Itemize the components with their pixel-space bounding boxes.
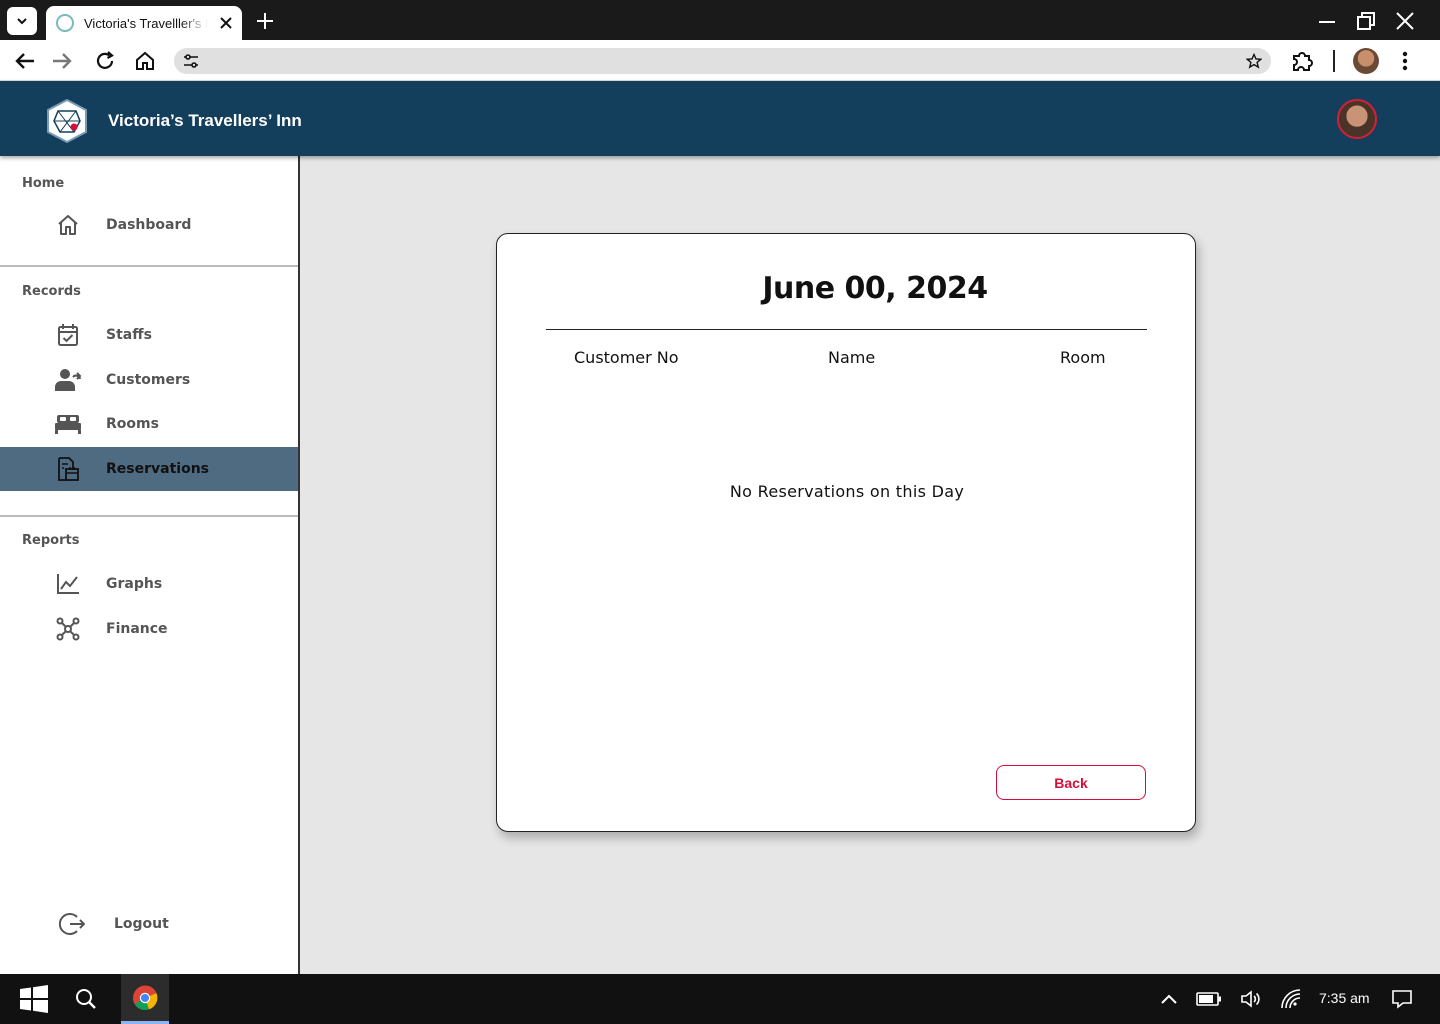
address-bar[interactable] bbox=[174, 48, 1271, 74]
extensions-icon bbox=[1293, 52, 1313, 71]
tune-icon[interactable] bbox=[182, 52, 200, 70]
chevron-up-icon bbox=[1161, 994, 1177, 1004]
back-arrow-icon bbox=[15, 53, 34, 69]
sidebar-item-label: Reservations bbox=[106, 461, 209, 477]
customers-icon bbox=[54, 367, 82, 393]
tab-title: Victoria's Travelller's Inn bbox=[84, 15, 208, 31]
reload-icon bbox=[96, 51, 114, 69]
windows-logo-icon bbox=[20, 985, 48, 1013]
start-button[interactable] bbox=[14, 974, 54, 1024]
sidebar-item-label: Graphs bbox=[106, 576, 163, 592]
network-nodes-icon bbox=[54, 616, 82, 642]
browser-toolbar bbox=[0, 40, 1440, 81]
sidebar-divider bbox=[0, 515, 298, 517]
tray-chevron-button[interactable] bbox=[1157, 974, 1181, 1024]
close-icon bbox=[220, 17, 232, 29]
sidebar-item-reservations[interactable]: Reservations bbox=[0, 447, 298, 491]
window-close-button[interactable] bbox=[1391, 8, 1419, 34]
section-label-home: Home bbox=[22, 176, 65, 191]
sidebar-item-finance[interactable]: Finance bbox=[0, 607, 298, 651]
section-label-reports: Reports bbox=[22, 533, 80, 548]
reservations-icon bbox=[54, 456, 82, 482]
sidebar-item-logout[interactable]: Logout bbox=[0, 902, 298, 946]
inn-logo bbox=[47, 99, 87, 143]
battery-icon bbox=[1196, 992, 1221, 1006]
volume-indicator[interactable] bbox=[1238, 974, 1264, 1024]
notifications-button[interactable] bbox=[1389, 974, 1415, 1024]
sidebar-divider bbox=[0, 265, 298, 267]
reload-button[interactable] bbox=[92, 48, 118, 74]
taskbar-search-button[interactable] bbox=[66, 974, 106, 1024]
notification-icon bbox=[1392, 990, 1412, 1009]
chrome-icon bbox=[133, 984, 158, 1010]
sidebar-item-rooms[interactable]: Rooms bbox=[0, 402, 298, 446]
tab-close-button[interactable] bbox=[218, 15, 234, 31]
sidebar-item-label: Dashboard bbox=[106, 217, 192, 233]
column-header-name: Name bbox=[828, 348, 876, 367]
search-icon bbox=[76, 989, 96, 1009]
calendar-check-icon bbox=[54, 322, 82, 348]
battery-indicator[interactable] bbox=[1195, 974, 1223, 1024]
sidebar-item-staffs[interactable]: Staffs bbox=[0, 313, 298, 357]
browser-tab[interactable]: Victoria's Travelller's Inn bbox=[46, 6, 242, 40]
sidebar-item-customers[interactable]: Customers bbox=[0, 358, 298, 402]
sidebar: Home Dashboard Records Staffs Customers … bbox=[0, 156, 300, 974]
chevron-down-icon bbox=[17, 18, 27, 25]
user-avatar[interactable] bbox=[1337, 99, 1377, 139]
empty-state-message: No Reservations on this Day bbox=[729, 482, 965, 501]
home-button[interactable] bbox=[132, 48, 158, 74]
wifi-icon bbox=[1281, 989, 1301, 1009]
section-label-records: Records bbox=[22, 284, 81, 299]
forward-nav-button[interactable] bbox=[49, 48, 75, 74]
reservations-card: June 00, 2024 Customer No Name Room No R… bbox=[496, 233, 1196, 832]
column-header-room: Room bbox=[1060, 348, 1106, 367]
minimize-icon bbox=[1319, 21, 1335, 23]
logout-icon bbox=[58, 911, 86, 937]
restore-icon bbox=[1357, 12, 1375, 30]
window-close-icon bbox=[1396, 12, 1414, 30]
line-chart-icon bbox=[54, 571, 82, 597]
page-title: June 00, 2024 bbox=[762, 271, 988, 306]
forward-arrow-icon bbox=[53, 53, 72, 69]
brand-name: Victoria’s Travellers’ Inn bbox=[108, 111, 302, 130]
speaker-icon bbox=[1241, 990, 1260, 1008]
profile-avatar[interactable] bbox=[1353, 48, 1379, 74]
house-icon bbox=[54, 212, 82, 238]
sidebar-item-label: Rooms bbox=[106, 416, 159, 432]
browser-menu-button[interactable] bbox=[1392, 48, 1418, 74]
network-indicator[interactable] bbox=[1278, 974, 1304, 1024]
os-taskbar: 7:35 am bbox=[0, 974, 1440, 1024]
home-icon bbox=[136, 51, 154, 70]
sidebar-item-label: Staffs bbox=[106, 327, 152, 343]
favicon bbox=[56, 14, 74, 32]
restore-button[interactable] bbox=[1352, 8, 1380, 34]
star-icon[interactable] bbox=[1245, 52, 1263, 70]
sidebar-item-dashboard[interactable]: Dashboard bbox=[0, 203, 298, 247]
sidebar-item-label: Finance bbox=[106, 621, 168, 637]
system-clock[interactable]: 7:35 am bbox=[1319, 990, 1370, 1006]
tab-search-button[interactable] bbox=[7, 7, 37, 35]
sidebar-item-label: Customers bbox=[106, 372, 191, 388]
app-header: Victoria’s Travellers’ Inn bbox=[0, 81, 1440, 156]
browser-tabstrip: Victoria's Travelller's Inn bbox=[0, 0, 1440, 40]
bed-icon bbox=[54, 411, 82, 437]
minimize-button[interactable] bbox=[1313, 8, 1341, 34]
kebab-menu-icon bbox=[1402, 51, 1408, 71]
sidebar-item-label: Logout bbox=[114, 916, 169, 932]
toolbar-separator bbox=[1333, 50, 1335, 72]
new-tab-button[interactable] bbox=[254, 10, 276, 32]
title-divider bbox=[546, 329, 1147, 330]
sidebar-item-graphs[interactable]: Graphs bbox=[0, 562, 298, 606]
extensions-button[interactable] bbox=[1290, 48, 1316, 74]
back-button[interactable]: Back bbox=[996, 765, 1146, 800]
back-nav-button[interactable] bbox=[12, 48, 38, 74]
taskbar-chrome-app[interactable] bbox=[121, 974, 169, 1024]
plus-icon bbox=[257, 13, 273, 29]
column-header-customer-no: Customer No bbox=[574, 348, 679, 367]
